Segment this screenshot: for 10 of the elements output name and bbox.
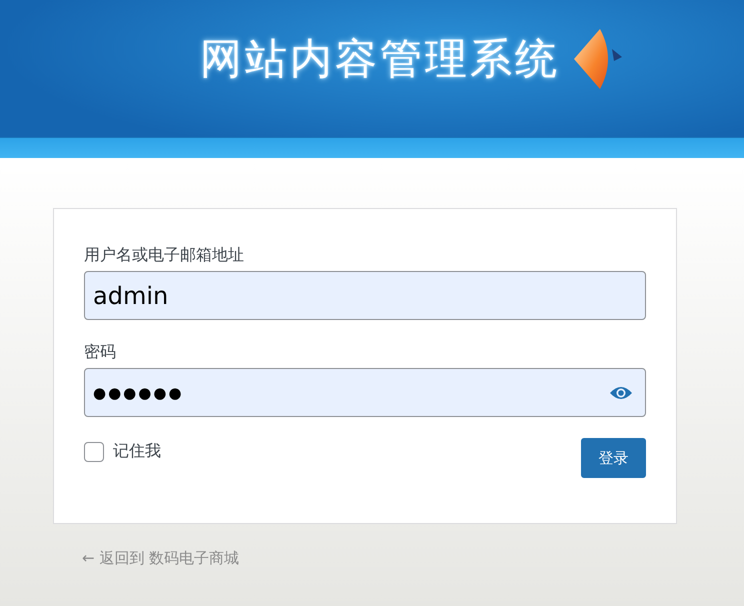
- site-title: 网站内容管理系统: [200, 32, 560, 84]
- field-label: 密码: [84, 342, 117, 363]
- remember-checkbox[interactable]: [84, 442, 104, 462]
- field-label: 用户名或电子邮箱地址: [84, 245, 245, 266]
- remember-label: 记住我: [113, 441, 161, 462]
- username-field[interactable]: admin: [84, 271, 646, 320]
- login-button[interactable]: 登录: [581, 438, 646, 478]
- password-field[interactable]: ●●●●●●: [84, 368, 646, 417]
- diamond-logo-icon: [572, 26, 624, 90]
- show-password-icon[interactable]: [609, 384, 633, 400]
